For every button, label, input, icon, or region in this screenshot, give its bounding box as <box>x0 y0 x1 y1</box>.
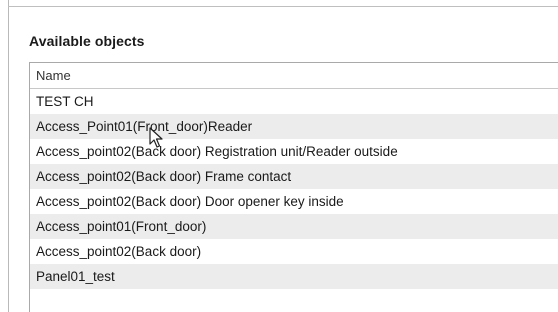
list-item[interactable]: Access_point02(Back door) Frame contact <box>30 164 558 189</box>
list-item[interactable]: Access_point01(Front_door) <box>30 214 558 239</box>
list-item[interactable]: Access_point02(Back door) <box>30 239 558 264</box>
available-objects-title: Available objects <box>29 33 145 49</box>
available-objects-list[interactable]: Name TEST CH Access_Point01(Front_door)R… <box>29 62 558 312</box>
panel-top-border <box>8 6 558 7</box>
list-item[interactable]: Access_point02(Back door) Registration u… <box>30 139 558 164</box>
list-item[interactable]: TEST CH <box>30 89 558 114</box>
column-header-name[interactable]: Name <box>30 63 558 89</box>
list-item[interactable]: Access_Point01(Front_door)Reader <box>30 114 558 139</box>
list-item[interactable]: Access_point02(Back door) Door opener ke… <box>30 189 558 214</box>
list-item[interactable]: Panel01_test <box>30 264 558 289</box>
panel-left-border <box>8 0 9 312</box>
